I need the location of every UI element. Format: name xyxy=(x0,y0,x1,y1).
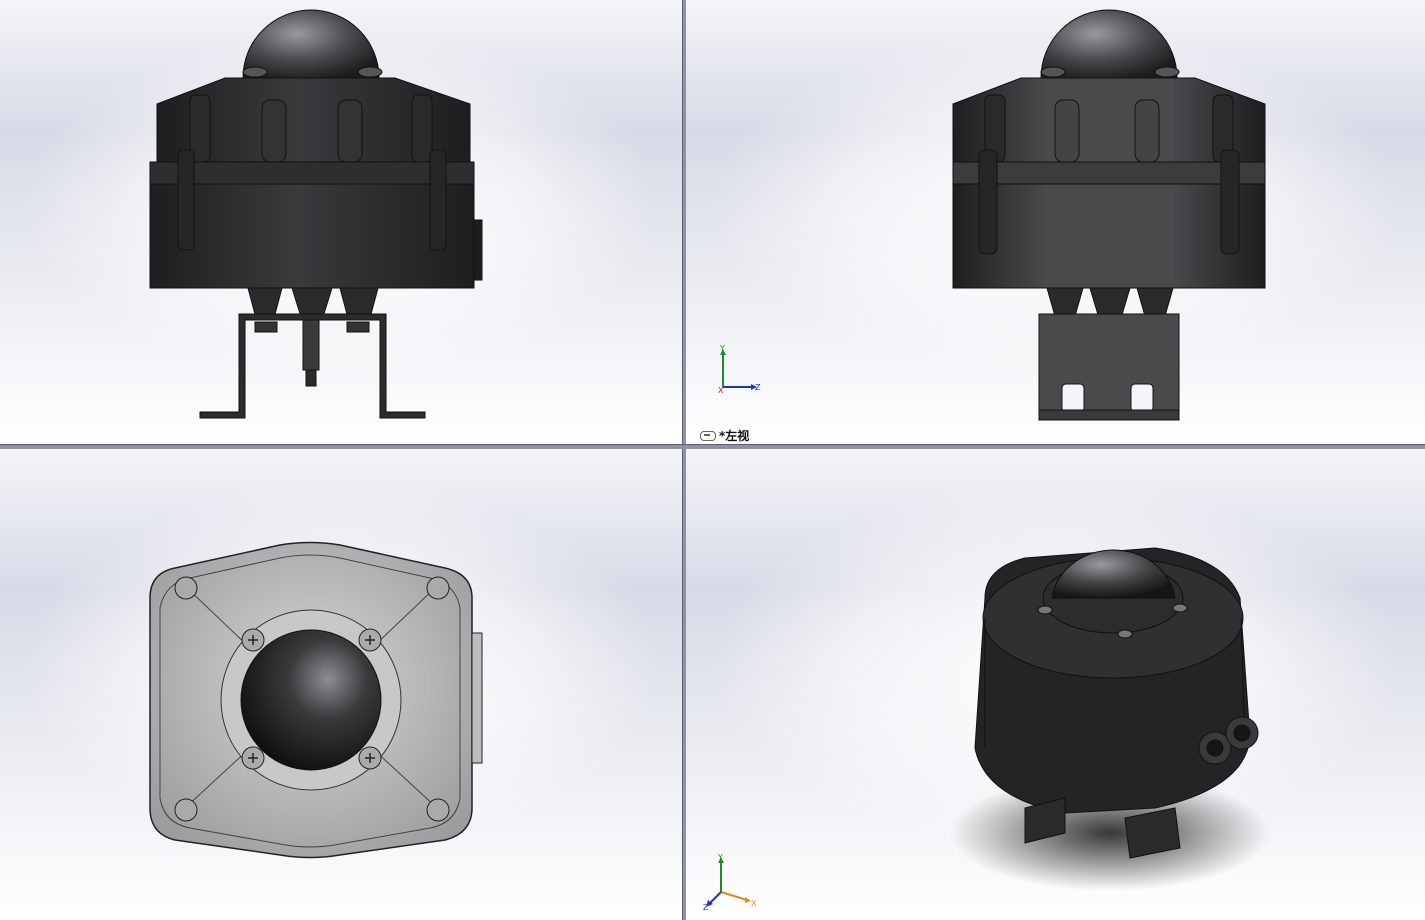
axis-triad-left: Y Z X xyxy=(718,345,761,395)
axis-z-label: Z xyxy=(755,383,761,392)
axis-x-label: X xyxy=(751,899,757,908)
viewport-left[interactable]: Y Z X xyxy=(685,0,1425,444)
view-name-text: *左视 xyxy=(719,429,750,443)
viewport-divider-horizontal[interactable] xyxy=(0,444,1425,449)
viewport-top[interactable] xyxy=(0,448,682,920)
isometric-view-model xyxy=(950,547,1270,891)
left-view-model xyxy=(952,9,1266,421)
link-icon xyxy=(700,430,716,441)
view-name-label[interactable]: *左视 xyxy=(700,427,749,444)
viewport-divider-vertical[interactable] xyxy=(682,0,686,920)
axis-z-label: Z xyxy=(703,903,709,912)
top-view-model xyxy=(149,541,483,859)
axis-y-label: Y xyxy=(717,853,723,862)
axis-x-label: X xyxy=(718,386,724,395)
front-view-model xyxy=(149,9,483,419)
viewport-front[interactable] xyxy=(0,0,682,444)
axis-y-label: Y xyxy=(719,345,725,353)
axis-triad-iso: Y X Z xyxy=(703,853,757,912)
viewport-isometric[interactable]: Y X Z xyxy=(685,448,1425,920)
